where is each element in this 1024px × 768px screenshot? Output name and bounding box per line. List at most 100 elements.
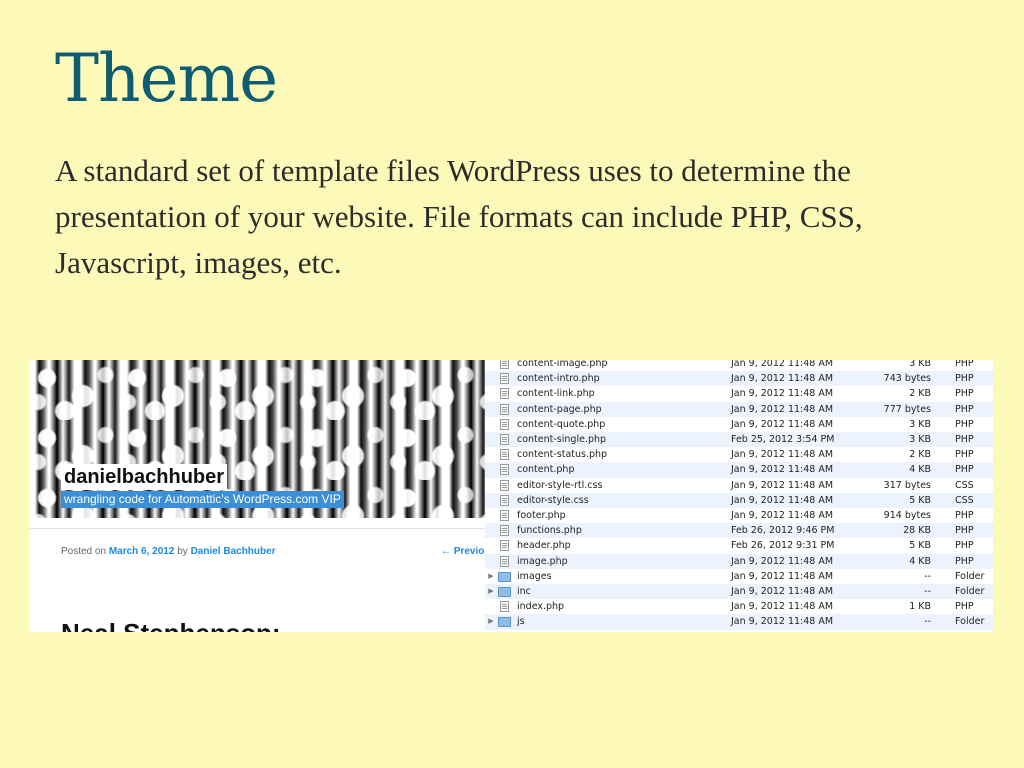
document-icon	[500, 434, 509, 445]
file-name: images	[517, 570, 552, 582]
file-date: Jan 9, 2012 11:48 AM	[731, 601, 834, 613]
file-kind: PHP	[955, 360, 974, 369]
file-row[interactable]: content-status.php Jan 9, 2012 11:48 AM 2 …	[485, 447, 993, 462]
file-name: index.php	[517, 601, 565, 613]
file-date: Feb 26, 2012 9:46 PM	[731, 525, 835, 537]
file-name: content-single.php	[517, 434, 607, 445]
file-name: content-link.php	[517, 388, 595, 400]
file-date: Jan 9, 2012 11:48 AM	[731, 479, 834, 491]
author-link[interactable]: Daniel Bachhuber	[191, 546, 276, 557]
file-row[interactable]: editor-style-rtl.css Jan 9, 2012 11:48 AM…	[485, 478, 993, 493]
site-tagline: wrangling code for Automattic's WordPres…	[61, 491, 344, 508]
file-kind: Folder	[955, 616, 985, 628]
file-size: 914 bytes	[883, 510, 931, 521]
file-kind: PHP	[955, 525, 974, 537]
file-row[interactable]: content-page.php Jan 9, 2012 11:48 AM 777 …	[485, 401, 993, 417]
post-date-link[interactable]: March 6, 2012	[109, 546, 175, 557]
divider	[29, 528, 485, 529]
file-size: 3 KB	[909, 418, 931, 430]
file-date: Jan 9, 2012 11:48 AM	[731, 586, 834, 597]
posted-on-label: Posted on	[61, 546, 107, 557]
file-name: content.php	[517, 464, 575, 476]
file-row[interactable]: ▶ images Jan 9, 2012 11:48 AM -- Folder	[485, 569, 993, 584]
file-date: Jan 9, 2012 11:48 AM	[731, 510, 834, 521]
file-kind: PHP	[955, 388, 974, 400]
document-icon	[500, 510, 509, 521]
file-name: functions.php	[517, 525, 582, 537]
file-row[interactable]: content-link.php Jan 9, 2012 11:48 AM 2 KB…	[485, 386, 993, 401]
previous-post-link[interactable]: ← Previo	[441, 546, 484, 557]
file-row[interactable]: editor-style.css Jan 9, 2012 11:48 AM 5 KB…	[485, 492, 993, 508]
file-date: Jan 9, 2012 11:48 AM	[731, 449, 834, 461]
file-kind: PHP	[955, 601, 974, 613]
file-date: Jan 9, 2012 11:48 AM	[731, 418, 834, 430]
file-size: 777 bytes	[883, 403, 931, 415]
file-row[interactable]: index.php Jan 9, 2012 11:48 AM 1 KB PHP	[485, 599, 993, 614]
disclosure-triangle-icon[interactable]: ▶	[485, 569, 497, 584]
document-icon	[500, 601, 509, 613]
file-size: 3 KB	[909, 360, 931, 369]
document-icon	[500, 360, 509, 369]
file-kind: Folder	[955, 570, 985, 582]
site-title[interactable]: danielbachhuber	[61, 464, 228, 490]
file-date: Jan 9, 2012 11:48 AM	[731, 570, 834, 582]
file-name: header.php	[517, 540, 571, 552]
file-size: --	[924, 616, 931, 628]
file-size: 1 KB	[909, 601, 931, 613]
file-row[interactable]: image.php Jan 9, 2012 11:48 AM 4 KB PHP	[485, 553, 993, 569]
document-icon	[500, 373, 509, 385]
file-size: 5 KB	[909, 494, 931, 506]
file-name: content-page.php	[517, 403, 602, 415]
by-label: by	[177, 546, 188, 557]
file-date: Jan 9, 2012 11:48 AM	[731, 360, 834, 369]
file-row[interactable]: content-image.php Jan 9, 2012 11:48 AM 3 K…	[485, 360, 993, 371]
file-size: 2 KB	[909, 388, 931, 400]
file-name: inc	[517, 586, 531, 597]
folder-icon	[498, 587, 511, 597]
file-name: editor-style-rtl.css	[517, 479, 603, 491]
file-date: Feb 25, 2012 3:54 PM	[731, 434, 835, 445]
file-size: 4 KB	[909, 555, 931, 567]
file-kind: PHP	[955, 540, 974, 552]
file-row[interactable]: content-quote.php Jan 9, 2012 11:48 AM 3 K…	[485, 417, 993, 432]
file-kind: PHP	[955, 373, 974, 385]
file-name: content-status.php	[517, 449, 608, 461]
file-name: footer.php	[517, 510, 566, 521]
file-size: 3 KB	[909, 434, 931, 445]
file-row[interactable]: header.php Feb 26, 2012 9:31 PM 5 KB PHP	[485, 538, 993, 553]
file-date: Jan 9, 2012 11:48 AM	[731, 464, 834, 476]
file-row[interactable]: content.php Jan 9, 2012 11:48 AM 4 KB PHP	[485, 462, 993, 478]
file-name: content-quote.php	[517, 418, 606, 430]
file-name: content-intro.php	[517, 373, 600, 385]
file-row[interactable]: ▶ inc Jan 9, 2012 11:48 AM -- Folder	[485, 584, 993, 600]
file-row[interactable]: content-intro.php Jan 9, 2012 11:48 AM 743…	[485, 371, 993, 387]
disclosure-triangle-icon[interactable]: ▶	[485, 584, 497, 599]
document-icon	[500, 418, 509, 430]
file-size: 28 KB	[903, 525, 931, 537]
file-size: 317 bytes	[883, 479, 931, 491]
file-row[interactable]: content-single.php Feb 25, 2012 3:54 PM 3 …	[485, 432, 993, 448]
blog-screenshot: danielbachhuber wrangling code for Autom…	[29, 360, 485, 632]
file-date: Feb 26, 2012 9:31 PM	[731, 540, 835, 552]
file-date: Jan 9, 2012 11:48 AM	[731, 403, 834, 415]
file-date: Jan 9, 2012 11:48 AM	[731, 494, 834, 506]
document-icon	[500, 449, 509, 461]
file-row[interactable]: functions.php Feb 26, 2012 9:46 PM 28 KB PH…	[485, 523, 993, 539]
file-kind: PHP	[955, 449, 974, 461]
file-row[interactable]: footer.php Jan 9, 2012 11:48 AM 914 bytes P…	[485, 508, 993, 523]
post-heading[interactable]: Neal Stephenson:	[61, 618, 281, 632]
disclosure-triangle-icon[interactable]: ▶	[485, 614, 497, 629]
file-size: 4 KB	[909, 464, 931, 476]
document-icon	[500, 403, 509, 415]
file-name: js	[517, 616, 525, 628]
file-kind: CSS	[955, 479, 974, 491]
file-kind: PHP	[955, 418, 974, 430]
file-row[interactable]: ▶ js Jan 9, 2012 11:48 AM -- Folder	[485, 614, 993, 630]
file-kind: CSS	[955, 494, 974, 506]
file-size: --	[924, 586, 931, 597]
document-icon	[500, 494, 509, 506]
file-list: content-image.php Jan 9, 2012 11:48 AM 3 K…	[485, 360, 993, 632]
slide-body: A standard set of template files WordPre…	[55, 153, 863, 280]
folder-icon	[498, 571, 511, 582]
folder-icon	[498, 617, 511, 628]
